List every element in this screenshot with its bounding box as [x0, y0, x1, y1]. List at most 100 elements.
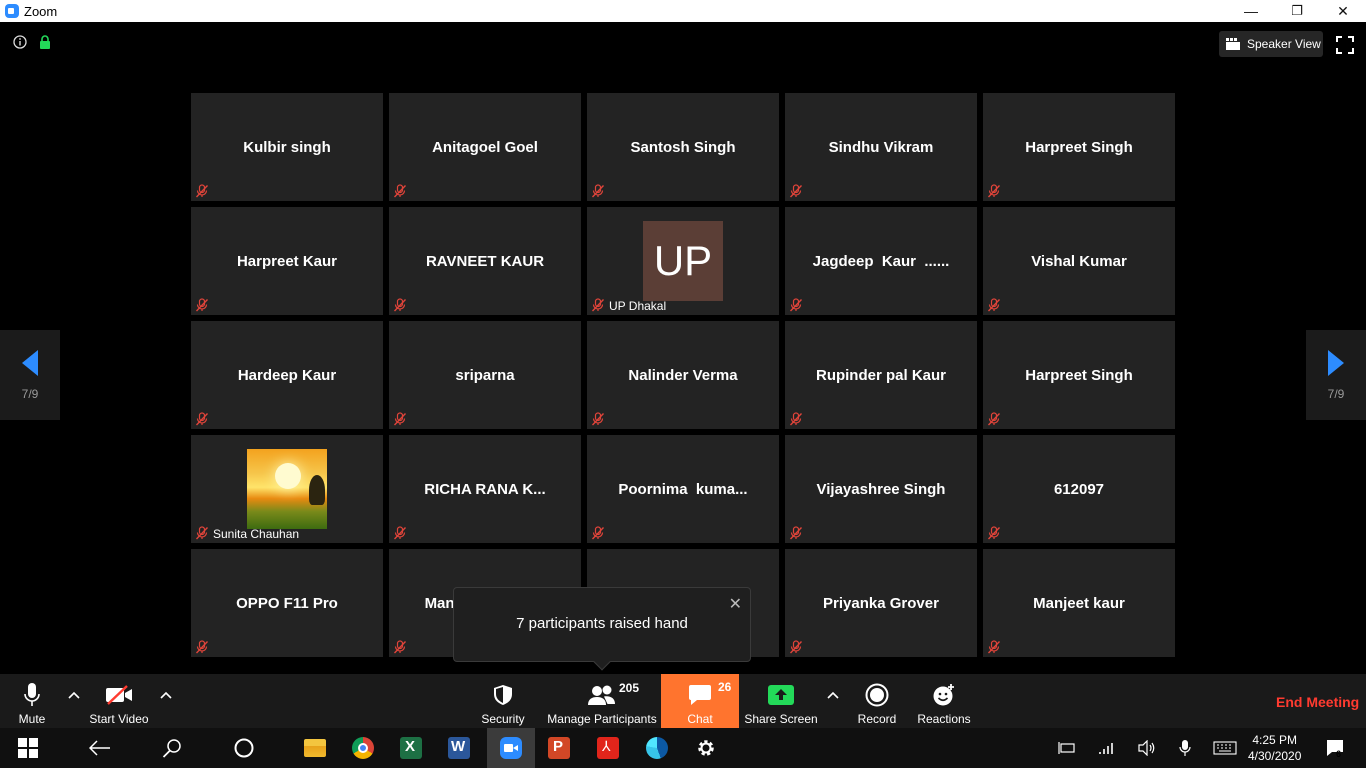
mic-muted-icon	[195, 184, 209, 198]
taskbar-excel[interactable]: X	[388, 728, 434, 768]
participant-tile[interactable]: Manjeet kaur	[983, 549, 1175, 657]
speaker-view-button[interactable]: Speaker View	[1219, 31, 1323, 57]
participant-name: Harpreet Kaur	[236, 252, 338, 270]
taskbar-powerpoint[interactable]: P	[536, 728, 582, 768]
security-button[interactable]: Security	[478, 674, 528, 728]
participant-tile[interactable]: Harpreet Kaur	[191, 207, 383, 315]
reactions-button[interactable]: Reactions	[916, 674, 972, 728]
end-meeting-button[interactable]: End Meeting	[1276, 694, 1359, 710]
mute-button[interactable]: Mute	[12, 674, 52, 728]
meeting-area: Speaker View Kulbir singh Anitagoel Goel S…	[0, 22, 1366, 674]
mic-muted-icon	[789, 412, 803, 426]
back-button[interactable]	[76, 728, 124, 768]
mic-muted-icon	[393, 184, 407, 198]
mic-muted-icon	[393, 640, 407, 654]
taskbar-file-explorer[interactable]	[292, 728, 338, 768]
acrobat-icon: ⅄	[597, 737, 619, 759]
mic-muted-icon	[789, 298, 803, 312]
fullscreen-icon[interactable]	[1336, 36, 1354, 54]
notification-count: 6	[1336, 749, 1342, 759]
participant-tile[interactable]: OPPO F11 Pro	[191, 549, 383, 657]
taskbar-zoom[interactable]	[487, 728, 535, 768]
participant-name: RAVNEET KAUR	[425, 252, 545, 270]
close-window-button[interactable]: ✕	[1320, 0, 1366, 22]
start-button[interactable]	[8, 728, 48, 768]
taskbar-edge[interactable]	[634, 728, 680, 768]
zoom-window: Zoom — ❐ ✕ Speaker View Kulbir singh Anit…	[0, 0, 1366, 768]
mic-muted-icon	[195, 526, 209, 540]
tray-volume[interactable]	[1134, 728, 1160, 768]
participant-tile[interactable]: Hardeep Kaur	[191, 321, 383, 429]
mic-muted-icon	[987, 412, 1001, 426]
minimize-button[interactable]: —	[1228, 0, 1274, 22]
mic-muted-icon	[591, 184, 605, 198]
taskbar-clock[interactable]: 4:25 PM 4/30/2020	[1248, 732, 1301, 764]
taskbar-search-button[interactable]	[148, 728, 196, 768]
tray-keyboard[interactable]	[1210, 728, 1240, 768]
participant-tile[interactable]: 612097	[983, 435, 1175, 543]
emoji-smile-icon	[933, 684, 954, 706]
chevron-up-icon[interactable]	[826, 688, 840, 702]
previous-page-button[interactable]: 7/9	[0, 330, 60, 420]
chevron-up-icon[interactable]	[67, 688, 81, 702]
record-button[interactable]: Record	[854, 674, 900, 728]
participant-tile[interactable]: sriparna	[389, 321, 581, 429]
participant-tile[interactable]: Kulbir singh	[191, 93, 383, 201]
action-center-button[interactable]	[1320, 728, 1350, 768]
maximize-button[interactable]: ❐	[1274, 0, 1320, 22]
chrome-icon	[352, 737, 374, 759]
speaker-view-label: Speaker View	[1247, 37, 1321, 51]
participant-tile[interactable]: UP UP Dhakal	[587, 207, 779, 315]
mic-muted-icon	[591, 298, 605, 312]
info-icon[interactable]	[13, 35, 27, 49]
meeting-toolbar: Mute Start Video Security Manage Partici…	[0, 674, 1366, 728]
taskbar-settings[interactable]	[683, 728, 729, 768]
taskbar-acrobat[interactable]: ⅄	[585, 728, 631, 768]
participant-tile[interactable]: Nalinder Verma	[587, 321, 779, 429]
taskbar-chrome[interactable]	[340, 728, 386, 768]
share-screen-button[interactable]: Share Screen	[744, 674, 818, 728]
participant-name: RICHA RANA K...	[424, 480, 546, 498]
participants-count: 205	[619, 681, 640, 695]
keyboard-icon	[1213, 741, 1237, 755]
raised-hand-toast: 7 participants raised hand ✕	[453, 587, 751, 671]
manage-participants-button[interactable]: Manage Participants	[546, 674, 658, 728]
participant-name: Anitagoel Goel	[432, 138, 538, 156]
start-video-button[interactable]: Start Video	[88, 674, 150, 728]
toast-close-icon[interactable]: ✕	[729, 594, 742, 614]
mic-muted-icon	[591, 412, 605, 426]
participant-tile[interactable]: Anitagoel Goel	[389, 93, 581, 201]
chevron-up-icon[interactable]	[159, 688, 173, 702]
participant-name: Rupinder pal Kaur	[815, 366, 946, 384]
next-page-button[interactable]: 7/9	[1306, 330, 1366, 420]
participant-tile[interactable]: Poornima kuma...	[587, 435, 779, 543]
tray-network-adapter[interactable]	[1054, 728, 1080, 768]
participant-tile[interactable]: Sindhu Vikram	[785, 93, 977, 201]
participant-tile[interactable]: Santosh Singh	[587, 93, 779, 201]
participant-tile[interactable]: Rupinder pal Kaur	[785, 321, 977, 429]
participant-tile[interactable]: Vijayashree Singh	[785, 435, 977, 543]
taskbar-word[interactable]: W	[436, 728, 482, 768]
mic-muted-icon	[987, 298, 1001, 312]
participant-tile[interactable]: Harpreet Singh	[983, 321, 1175, 429]
participant-tile[interactable]: Jagdeep Kaur ......	[785, 207, 977, 315]
mic-muted-icon	[393, 298, 407, 312]
encryption-lock-icon[interactable]	[39, 35, 51, 49]
tray-wifi[interactable]	[1094, 728, 1120, 768]
window-title: Zoom	[24, 3, 58, 19]
shield-icon	[494, 685, 512, 705]
windows-logo-icon	[18, 738, 38, 758]
manage-participants-label: Manage Participants	[547, 712, 657, 726]
participant-tile[interactable]: Vishal Kumar	[983, 207, 1175, 315]
participant-tile[interactable]: Priyanka Grover	[785, 549, 977, 657]
participant-tile[interactable]: Harpreet Singh	[983, 93, 1175, 201]
participant-avatar: UP	[643, 221, 723, 301]
participant-tile[interactable]: Sunita Chauhan	[191, 435, 383, 543]
zoom-app-icon	[5, 4, 19, 18]
cortana-button[interactable]	[220, 728, 268, 768]
excel-icon: X	[400, 737, 422, 759]
mic-muted-icon	[591, 526, 605, 540]
tray-microphone[interactable]	[1172, 728, 1198, 768]
participant-tile[interactable]: RAVNEET KAUR	[389, 207, 581, 315]
participant-tile[interactable]: RICHA RANA K...	[389, 435, 581, 543]
